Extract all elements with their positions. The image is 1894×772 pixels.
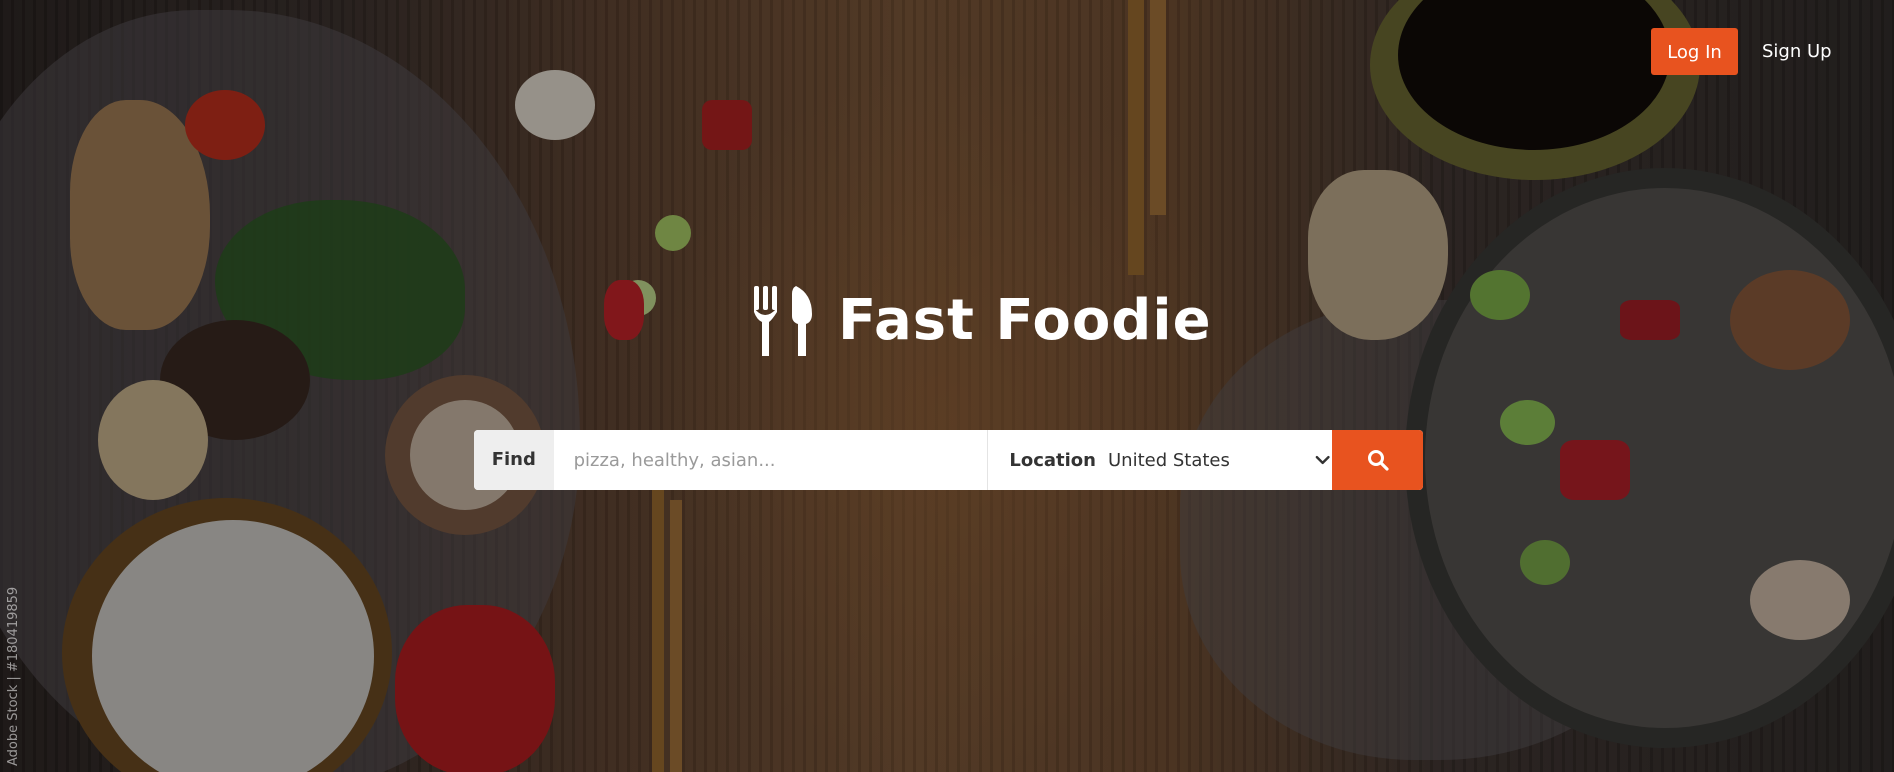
brand-name: Fast Foodie: [838, 288, 1212, 353]
search-icon: [1367, 450, 1389, 471]
dark-overlay: [0, 0, 1894, 772]
location-label: Location: [1009, 449, 1096, 471]
login-button[interactable]: Log In: [1651, 28, 1738, 75]
find-label: Find: [474, 430, 554, 490]
hero-background: Adobe Stock | #180419859: [0, 0, 1894, 772]
location-value: United States: [1107, 449, 1230, 471]
search-bar: Find Location United States: [474, 430, 1423, 490]
brand-logo[interactable]: Fast Foodie: [752, 286, 1212, 356]
chevron-down-icon: [1315, 455, 1330, 465]
search-button[interactable]: [1332, 430, 1423, 490]
find-input[interactable]: [553, 430, 988, 490]
fork-knife-icon: [754, 286, 812, 356]
stock-watermark: Adobe Stock | #180419859: [6, 586, 21, 766]
location-select[interactable]: Location United States: [988, 430, 1332, 490]
signup-link[interactable]: Sign Up: [1762, 28, 1832, 75]
